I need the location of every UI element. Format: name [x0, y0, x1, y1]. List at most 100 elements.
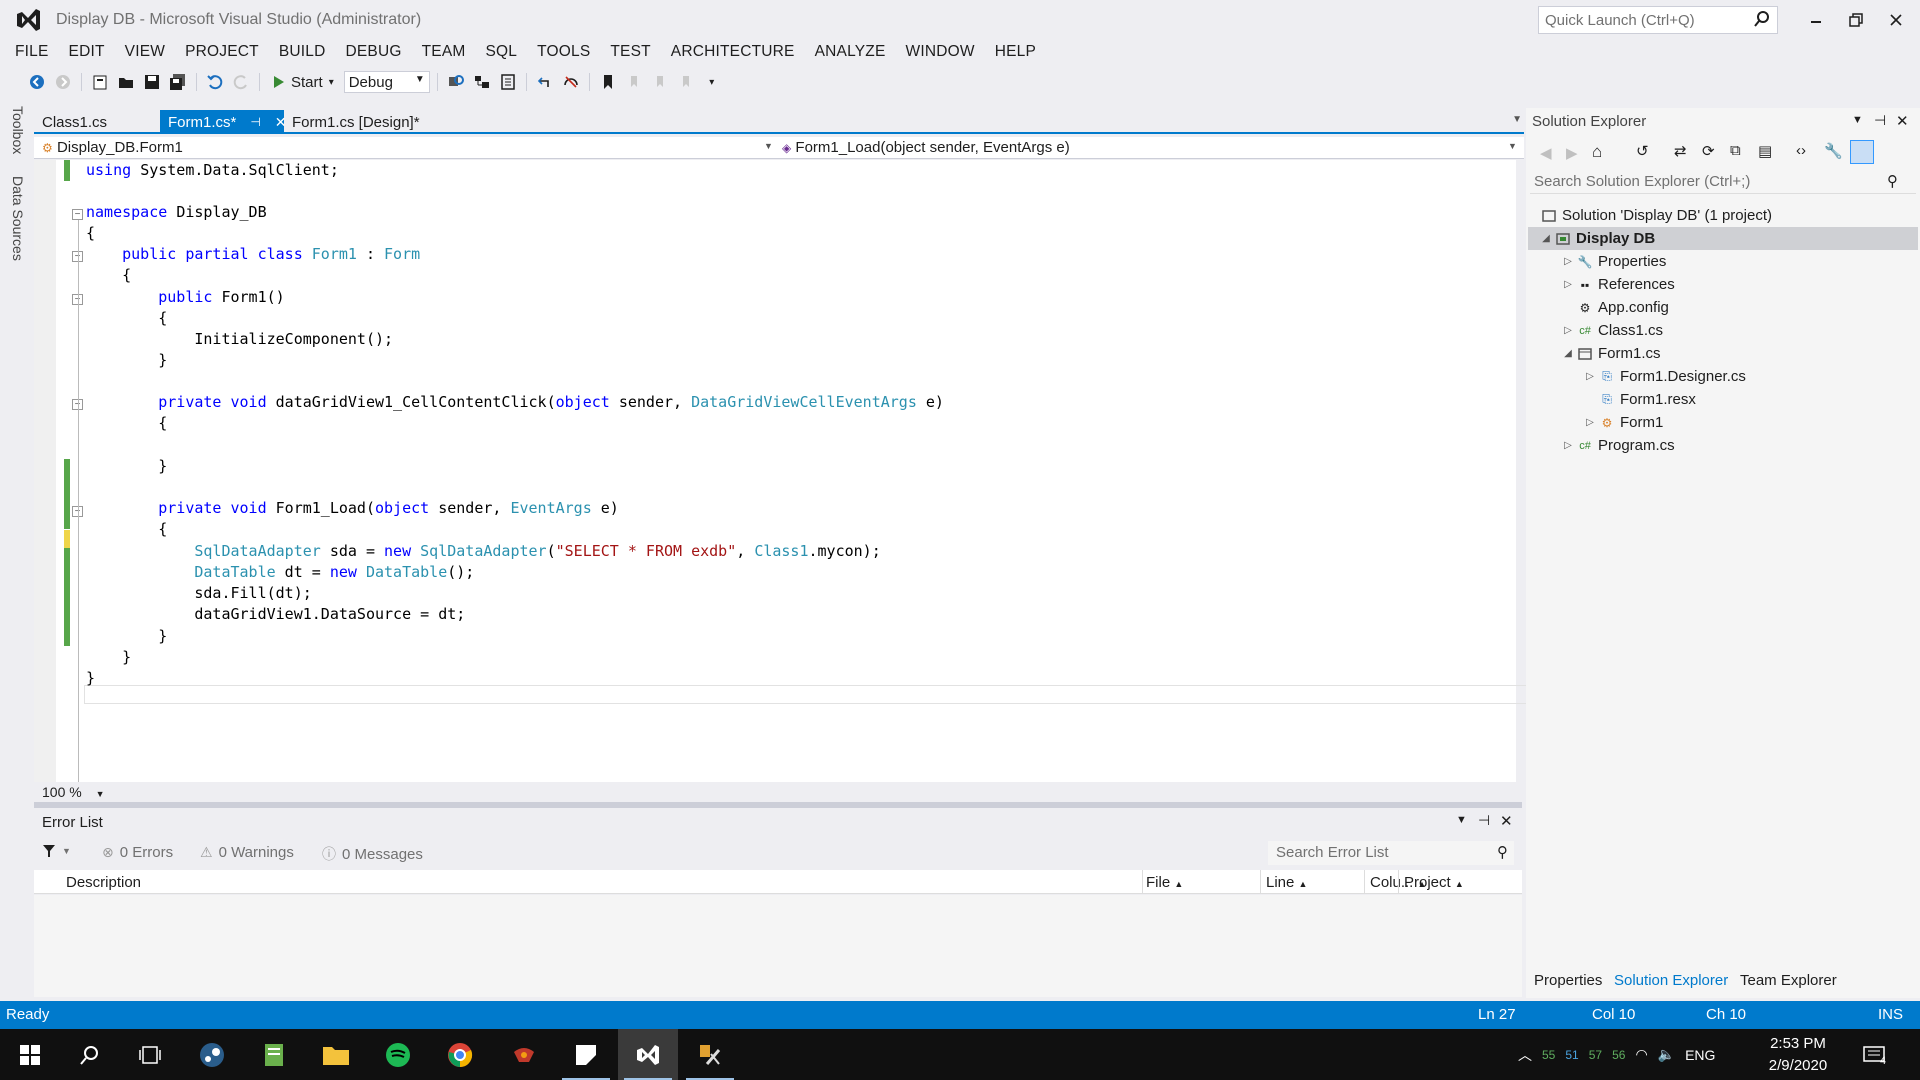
collapsed-arrow-icon[interactable]: ▷: [1560, 325, 1576, 336]
solution-explorer-button[interactable]: [471, 71, 493, 93]
menu-project[interactable]: PROJECT: [175, 43, 269, 61]
collapse-all-icon[interactable]: ⧉: [1730, 142, 1741, 159]
menu-test[interactable]: TEST: [600, 43, 660, 61]
tray-monitor-value[interactable]: 51: [1565, 1048, 1578, 1062]
tab-properties[interactable]: Properties: [1534, 972, 1602, 989]
tab-form1-cs[interactable]: Form1.cs* ⊣ ✕: [160, 110, 287, 134]
speaker-icon[interactable]: 🔈: [1658, 1046, 1675, 1063]
warnings-filter-toggle[interactable]: ⚠ 0 Warnings: [200, 844, 294, 861]
collapsed-arrow-icon[interactable]: ▷: [1560, 279, 1576, 290]
toolbox-tab[interactable]: Toolbox: [10, 106, 26, 154]
navigate-forward-button[interactable]: [52, 71, 74, 93]
menu-edit[interactable]: EDIT: [59, 43, 115, 61]
taskbar-app-tools[interactable]: [680, 1029, 740, 1080]
error-list-search-input[interactable]: Search Error List ⚲: [1268, 841, 1514, 865]
menu-file[interactable]: FILE: [5, 43, 59, 61]
clear-bookmarks-button[interactable]: [675, 71, 697, 93]
save-button[interactable]: [141, 71, 163, 93]
menu-tools[interactable]: TOOLS: [527, 43, 600, 61]
navigate-back-button[interactable]: [26, 71, 48, 93]
forward-arrow-icon[interactable]: ▶: [1566, 144, 1578, 162]
indicator-margin[interactable]: [34, 160, 56, 782]
tree-item-solution[interactable]: Solution 'Display DB' (1 project): [1540, 204, 1772, 227]
tab-class1-cs[interactable]: Class1.cs: [34, 110, 152, 134]
zoom-level-select[interactable]: 100 % ▼: [42, 784, 105, 800]
next-bookmark-button[interactable]: [649, 71, 671, 93]
action-center-button[interactable]: 4: [1862, 1029, 1886, 1080]
member-dropdown[interactable]: ◈ Form1_Load(object sender, EventArgs e): [782, 139, 1070, 156]
tree-item-project[interactable]: ◢ Display DB: [1528, 227, 1918, 250]
taskbar-app-spotify[interactable]: [368, 1029, 428, 1080]
tree-item-references[interactable]: ▷ ▪▪ References: [1560, 273, 1675, 296]
close-icon[interactable]: ✕: [1500, 812, 1513, 830]
menu-team[interactable]: TEAM: [412, 43, 476, 61]
taskbar-app-visual-studio[interactable]: [618, 1029, 678, 1080]
tree-item-program-cs[interactable]: ▷ c# Program.cs: [1560, 434, 1675, 457]
step-into-button[interactable]: [534, 71, 556, 93]
tree-item-form1-designer[interactable]: ▷ ⎘ Form1.Designer.cs: [1582, 365, 1746, 388]
menu-architecture[interactable]: ARCHITECTURE: [661, 43, 805, 61]
search-taskbar-button[interactable]: [60, 1029, 120, 1080]
menu-sql[interactable]: SQL: [475, 43, 527, 61]
taskbar-app-game[interactable]: [494, 1029, 554, 1080]
tree-item-form1-resx[interactable]: ⎘ Form1.resx: [1598, 388, 1696, 411]
show-all-files-icon[interactable]: ▤: [1758, 142, 1772, 160]
close-icon[interactable]: ✕: [1896, 112, 1909, 130]
preview-icon[interactable]: [1850, 140, 1874, 164]
filter-button[interactable]: ▼: [42, 844, 71, 858]
undo-button[interactable]: [204, 71, 226, 93]
tab-solution-explorer[interactable]: Solution Explorer: [1614, 972, 1728, 989]
language-indicator[interactable]: ENG: [1685, 1047, 1715, 1063]
tray-monitor-value[interactable]: 57: [1589, 1048, 1602, 1062]
menu-build[interactable]: BUILD: [269, 43, 336, 61]
menu-view[interactable]: VIEW: [115, 43, 175, 61]
taskbar-app-sticky-notes[interactable]: [556, 1029, 616, 1080]
restore-button[interactable]: [1836, 6, 1876, 34]
column-project[interactable]: Project ▲: [1404, 874, 1464, 891]
collapsed-arrow-icon[interactable]: ▷: [1582, 371, 1598, 382]
sync-icon[interactable]: ⇄: [1674, 142, 1687, 160]
start-debugging-button[interactable]: Start ▾: [267, 74, 340, 91]
home-icon[interactable]: ⌂: [1592, 142, 1602, 162]
task-view-button[interactable]: [120, 1029, 180, 1080]
messages-filter-toggle[interactable]: ⓘ 0 Messages: [322, 844, 423, 864]
new-project-button[interactable]: [89, 71, 111, 93]
menu-help[interactable]: HELP: [985, 43, 1046, 61]
collapsed-arrow-icon[interactable]: ▷: [1560, 256, 1576, 267]
tab-team-explorer[interactable]: Team Explorer: [1740, 972, 1837, 989]
expanded-arrow-icon[interactable]: ◢: [1560, 348, 1576, 359]
code-editor[interactable]: − − − − − using System.Data.SqlClient; n…: [34, 160, 1550, 843]
start-button[interactable]: [0, 1029, 60, 1080]
column-description[interactable]: Description: [66, 874, 141, 891]
tree-item-properties[interactable]: ▷ 🔧 Properties: [1560, 250, 1666, 273]
tree-item-app-config[interactable]: ⚙ App.config: [1576, 296, 1669, 319]
menu-debug[interactable]: DEBUG: [335, 43, 411, 61]
taskbar-clock[interactable]: 2:53 PM 2/9/2020: [1760, 1033, 1836, 1077]
solution-explorer-search-input[interactable]: Search Solution Explorer (Ctrl+;) ⚲: [1530, 170, 1916, 194]
collapsed-arrow-icon[interactable]: ▷: [1560, 440, 1576, 451]
minimize-button[interactable]: [1796, 6, 1836, 34]
tree-item-form1-cs[interactable]: ◢ Form1.cs: [1560, 342, 1660, 365]
properties-button[interactable]: [497, 71, 519, 93]
refresh-icon[interactable]: ⟳: [1702, 142, 1715, 160]
tab-form1-design[interactable]: Form1.cs [Design]*: [284, 110, 434, 134]
tree-item-form1-class[interactable]: ▷ ⚙ Form1: [1582, 411, 1663, 434]
quick-launch-input[interactable]: Quick Launch (Ctrl+Q): [1538, 6, 1778, 34]
open-file-button[interactable]: [115, 71, 137, 93]
solution-configuration-select[interactable]: Debug ▼: [343, 71, 430, 93]
panel-options-icon[interactable]: ▼: [1456, 814, 1467, 826]
history-icon[interactable]: ↺: [1636, 142, 1649, 160]
toolbar-options-button[interactable]: ▾: [701, 71, 723, 93]
tree-item-class1-cs[interactable]: ▷ c# Class1.cs: [1560, 319, 1663, 342]
tab-overflow-dropdown[interactable]: ▼: [1512, 114, 1522, 125]
tray-monitor-value[interactable]: 56: [1612, 1048, 1625, 1062]
taskbar-app-file-explorer[interactable]: [306, 1029, 366, 1080]
pin-icon[interactable]: ⊣: [1478, 812, 1490, 829]
back-arrow-icon[interactable]: ◀: [1540, 144, 1552, 162]
save-all-button[interactable]: [167, 71, 189, 93]
toggle-bookmark-button[interactable]: [597, 71, 619, 93]
taskbar-app-chrome[interactable]: [430, 1029, 490, 1080]
column-line[interactable]: Line ▲: [1266, 874, 1307, 891]
show-hidden-icons-icon[interactable]: ︿: [1518, 1045, 1532, 1065]
tray-monitor-value[interactable]: 55: [1542, 1048, 1555, 1062]
